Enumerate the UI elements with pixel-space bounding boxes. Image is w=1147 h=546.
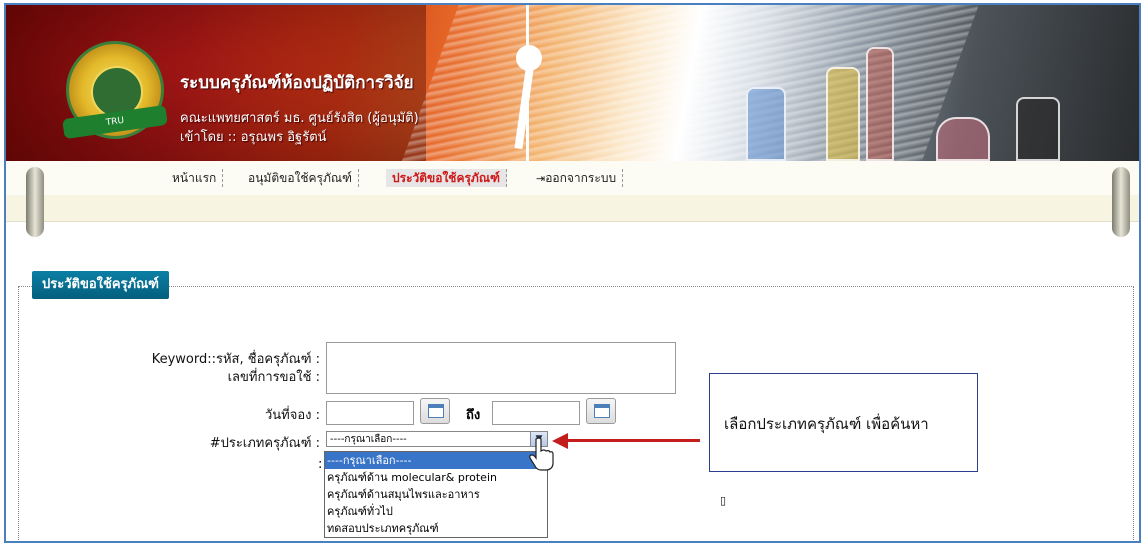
flask-icon [826, 67, 860, 161]
site-title: ระบบครุภัณฑ์ห้องปฏิบัติการวิจัย [180, 73, 414, 93]
university-logo: TRU [62, 41, 168, 140]
app-window: TRU ระบบครุภัณฑ์ห้องปฏิบัติการวิจัย คณะแ… [4, 3, 1141, 543]
logout-icon: ⇥ [536, 172, 546, 185]
dropdown-option[interactable]: ทดสอบประเภทครุภัณฑ์ [325, 520, 547, 537]
nav-item-home[interactable]: หน้าแรก [166, 169, 224, 187]
fieldset-legend: ประวัติขอใช้ครุภัณฑ์ [32, 271, 169, 299]
date-to-input[interactable] [492, 401, 580, 425]
colon-label: : [318, 457, 323, 472]
flask-icon [746, 87, 786, 161]
logged-in-user: เข้าโดย :: อรุณพร อิฐรัตน์ [180, 130, 327, 145]
site-subtitle: คณะแพทยศาสตร์ มธ. ศูนย์รังสิต (ผู้อนุมัต… [180, 111, 419, 126]
pointer-arrow-line [566, 439, 700, 442]
scroll-rod-right [1112, 167, 1130, 237]
date-to-label: ถึง [466, 408, 481, 423]
main-nav: หน้าแรก อนุมัติขอใช้ครุภัณฑ์ ประวัติขอใช… [6, 161, 1139, 196]
nav-item-approve[interactable]: อนุมัติขอใช้ครุภัณฑ์ [242, 169, 360, 187]
calendar-icon [594, 404, 610, 418]
nav-item-history[interactable]: ประวัติขอใช้ครุภัณฑ์ [386, 169, 507, 187]
nav-scroll-band [6, 195, 1139, 222]
small-mark: ▯ [720, 494, 727, 507]
flask-icon [1016, 97, 1060, 161]
dropdown-option[interactable]: ครุภัณฑ์ด้าน molecular& protein [325, 469, 547, 486]
hint-callout: เลือกประเภทครุภัณฑ์ เพื่อค้นหา [709, 373, 978, 472]
flask-icon [936, 117, 990, 161]
flask-icon [866, 47, 894, 161]
dropdown-option[interactable]: ----กรุณาเลือก---- [325, 452, 547, 469]
equipment-type-label: #ประเภทครุภัณฑ์ : [209, 436, 320, 451]
calendar-icon [428, 404, 444, 418]
request-no-label: เลขที่การขอใช้ : [227, 370, 320, 385]
runner-figure-icon [516, 45, 542, 71]
nav-item-logout[interactable]: ⇥ออกจากระบบ [530, 169, 624, 187]
header-banner: TRU ระบบครุภัณฑ์ห้องปฏิบัติการวิจัย คณะแ… [6, 5, 1139, 161]
dropdown-option[interactable]: ครุภัณฑ์ด้านสมุนไพรและอาหาร [325, 486, 547, 503]
hand-cursor-icon [529, 437, 554, 471]
date-label: วันที่จอง : [264, 408, 320, 423]
dropdown-option[interactable]: ครุภัณฑ์ทั่วไป [325, 503, 547, 520]
date-to-calendar-button[interactable] [586, 398, 616, 424]
scroll-rod-left [26, 167, 44, 237]
equipment-type-dropdown: ----กรุณาเลือก---- ครุภัณฑ์ด้าน molecula… [324, 451, 548, 538]
keyword-input[interactable] [326, 342, 676, 394]
hint-callout-text: เลือกประเภทครุภัณฑ์ เพื่อค้นหา [724, 415, 929, 433]
date-from-calendar-button[interactable] [420, 398, 450, 424]
equipment-type-select[interactable]: ----กรุณาเลือก---- ▼ [326, 431, 548, 447]
date-from-input[interactable] [326, 401, 414, 425]
